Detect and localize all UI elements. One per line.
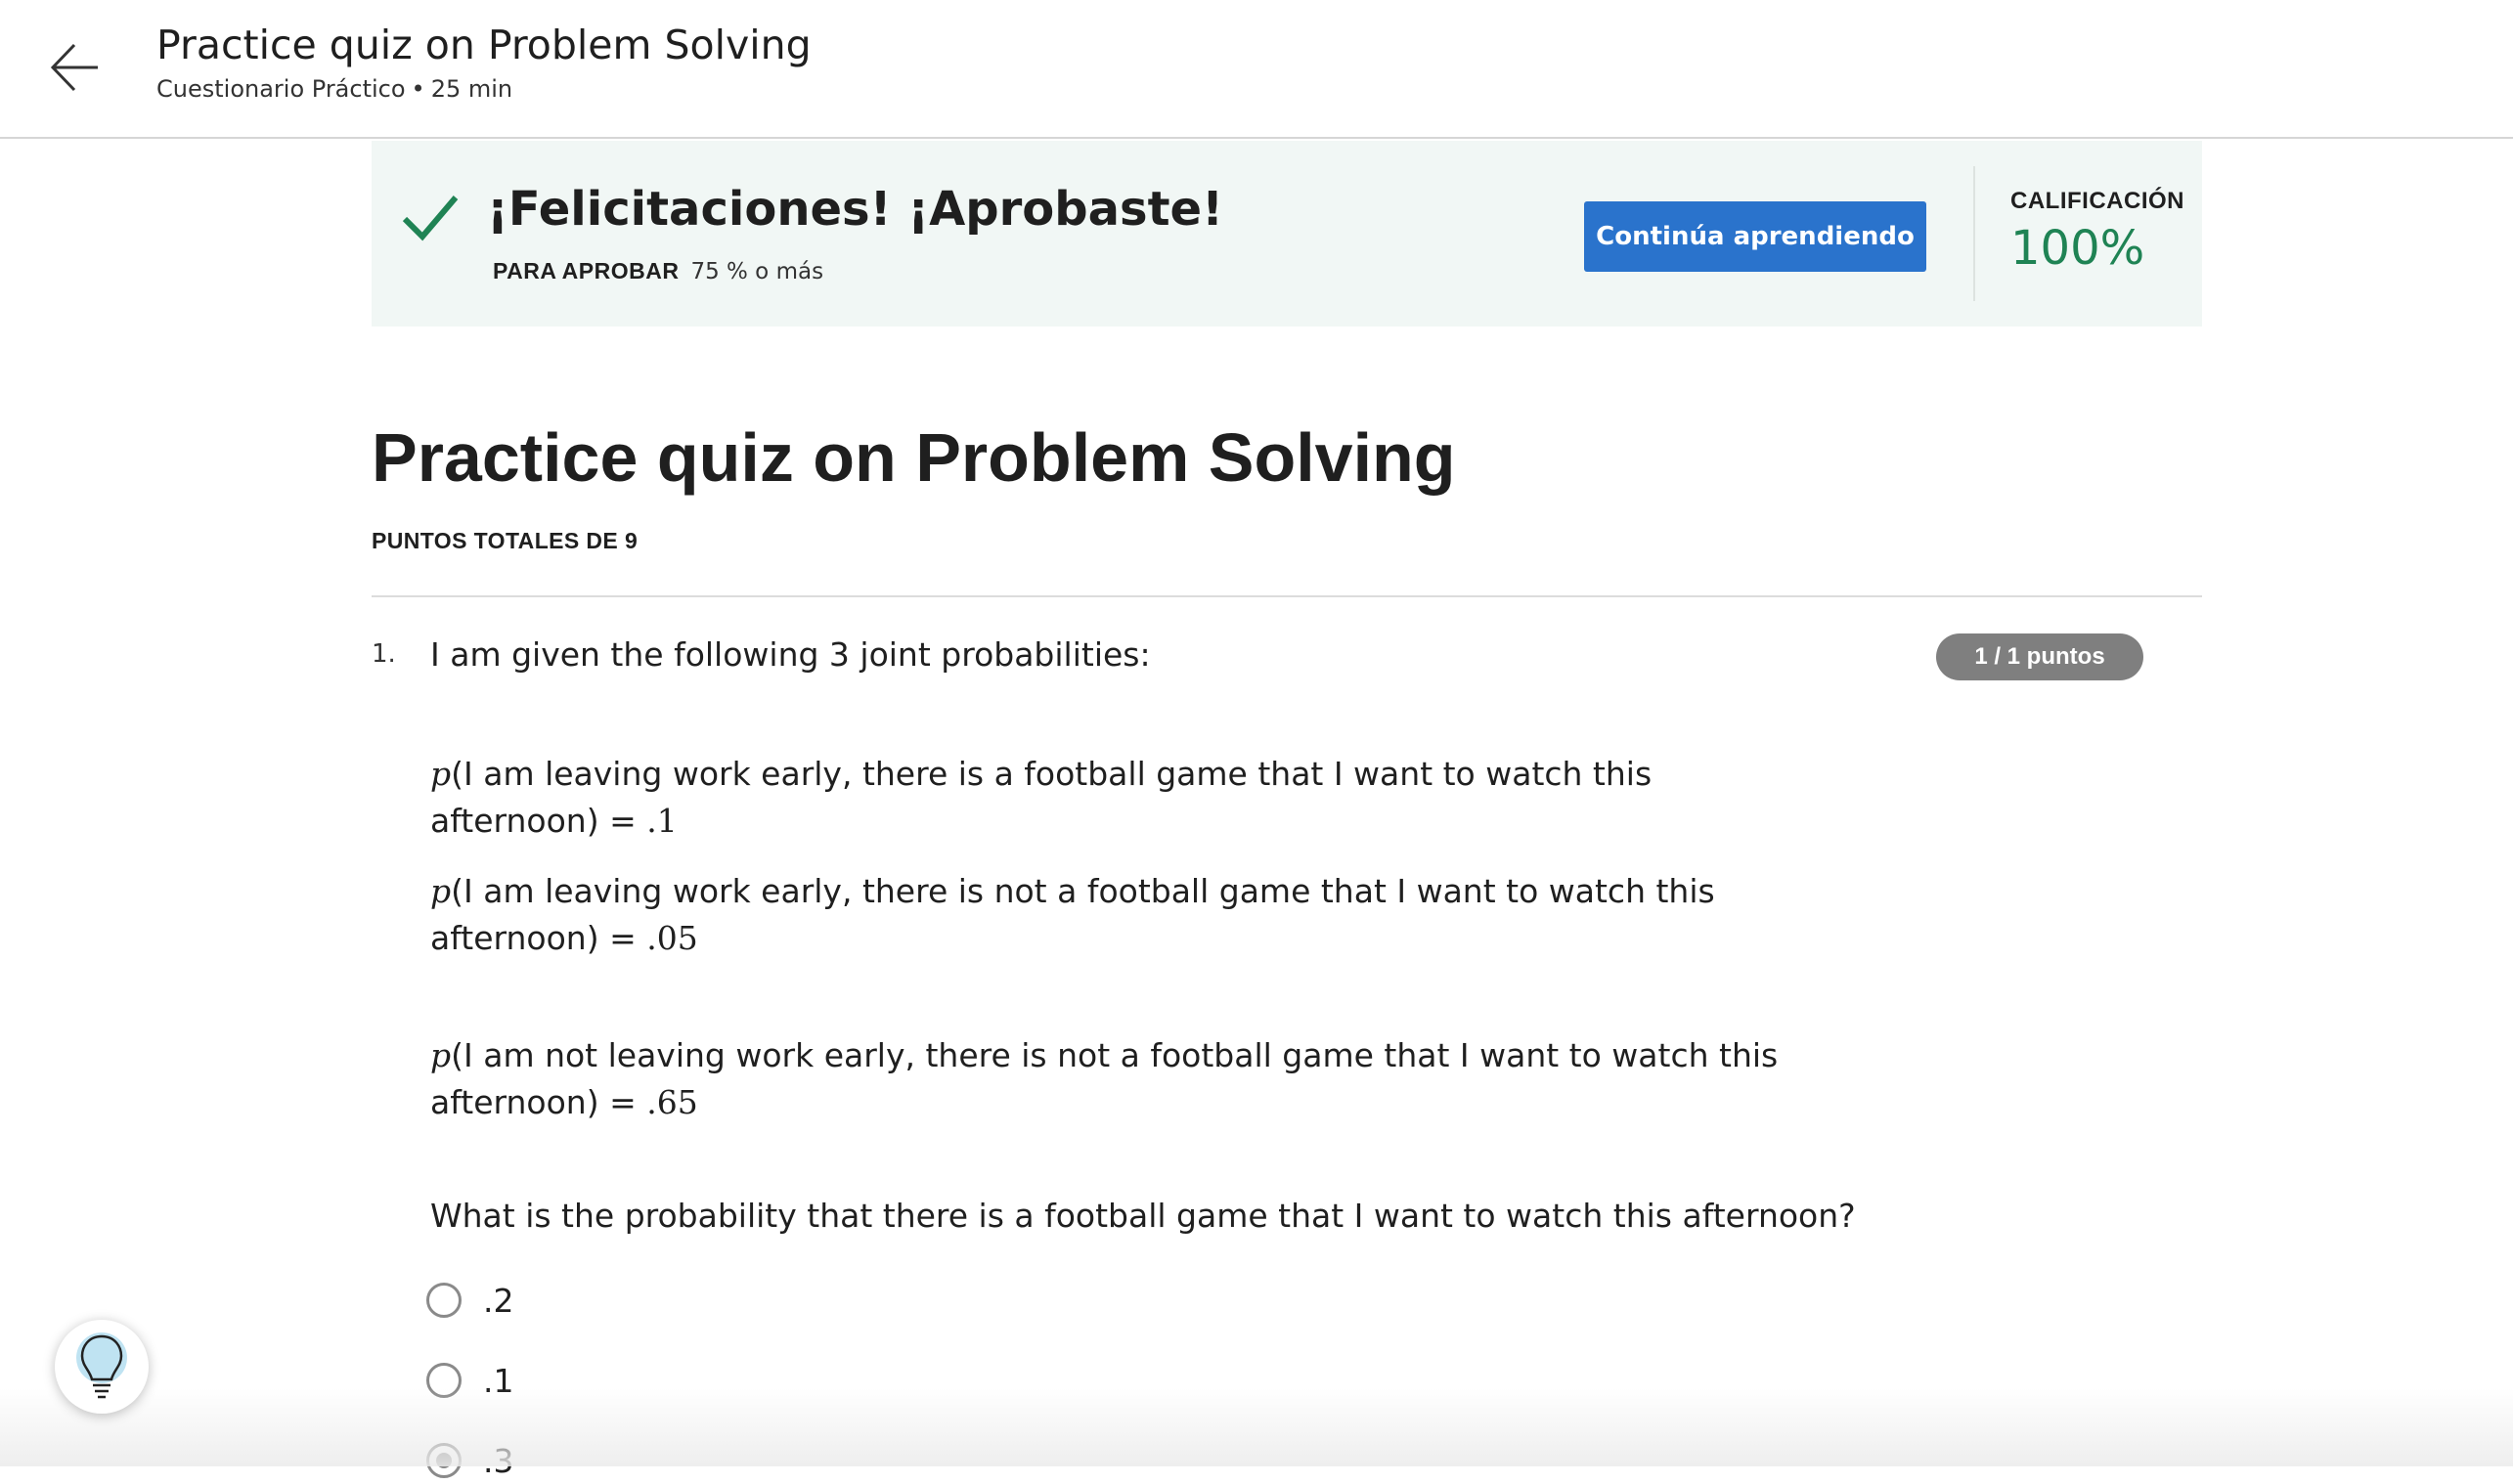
- p-symbol: p: [430, 1036, 452, 1074]
- grade-value: 100%: [2010, 221, 2145, 276]
- option-label: .1: [483, 1361, 514, 1400]
- probability-statement-3: p(I am not leaving work early, there is …: [430, 1032, 1799, 1126]
- probability-text: (I am leaving work early, there is not a…: [430, 872, 1715, 957]
- question-prompt: What is the probability that there is a …: [430, 1197, 1856, 1235]
- question-number: 1.: [372, 639, 396, 669]
- quiz-title: Practice quiz on Problem Solving: [372, 419, 1456, 496]
- top-header: Practice quiz on Problem Solving Cuestio…: [0, 0, 2513, 139]
- probability-statement-1: p(I am leaving work early, there is a fo…: [430, 751, 1819, 845]
- option-label: .2: [483, 1281, 514, 1320]
- banner-divider: [1973, 166, 1975, 301]
- p-symbol: p: [430, 872, 452, 910]
- question-intro: I am given the following 3 joint probabi…: [430, 635, 1151, 674]
- option-label: .3: [483, 1441, 514, 1480]
- header-title: Practice quiz on Problem Solving: [156, 22, 812, 68]
- grade-label: CALIFICACIÓN: [2010, 188, 2184, 214]
- lightbulb-icon: [76, 1332, 127, 1399]
- quiz-type: Cuestionario Práctico: [156, 75, 406, 103]
- probability-value: .65: [646, 1083, 698, 1121]
- probability-value: .1: [646, 802, 678, 840]
- pass-banner: ¡Felicitaciones! ¡Aprobaste! PARA APROBA…: [372, 141, 2202, 327]
- header-subtitle: Cuestionario Práctico • 25 min: [156, 75, 512, 103]
- continue-learning-button[interactable]: Continúa aprendiendo: [1584, 201, 1926, 272]
- separator-dot: •: [411, 75, 425, 103]
- p-symbol: p: [430, 755, 452, 793]
- probability-text: (I am leaving work early, there is a foo…: [430, 755, 1653, 840]
- answer-option[interactable]: .3: [426, 1437, 514, 1484]
- pass-value: 75 % o más: [690, 259, 824, 284]
- divider: [372, 595, 2202, 597]
- back-button[interactable]: [43, 35, 108, 100]
- radio-button[interactable]: [426, 1283, 462, 1318]
- points-badge: 1 / 1 puntos: [1936, 633, 2143, 680]
- radio-button-selected[interactable]: [426, 1443, 462, 1478]
- arrow-left-icon: [50, 43, 98, 92]
- probability-statement-2: p(I am leaving work early, there is not …: [430, 868, 1799, 962]
- pass-title: ¡Felicitaciones! ¡Aprobaste!: [487, 182, 1223, 237]
- pass-label: PARA APROBAR: [493, 258, 680, 284]
- probability-text: (I am not leaving work early, there is n…: [430, 1036, 1779, 1121]
- pass-requirement: PARA APROBAR 75 % o más: [493, 258, 823, 284]
- bottom-shadow: [0, 1388, 2513, 1466]
- probability-value: .05: [646, 919, 698, 957]
- answer-option[interactable]: .2: [426, 1277, 514, 1324]
- quiz-duration: 25 min: [430, 75, 513, 103]
- total-points: PUNTOS TOTALES DE 9: [372, 528, 639, 553]
- radio-button[interactable]: [426, 1363, 462, 1398]
- hint-button[interactable]: [55, 1320, 149, 1414]
- answer-option[interactable]: .1: [426, 1357, 514, 1404]
- check-icon: [402, 196, 459, 241]
